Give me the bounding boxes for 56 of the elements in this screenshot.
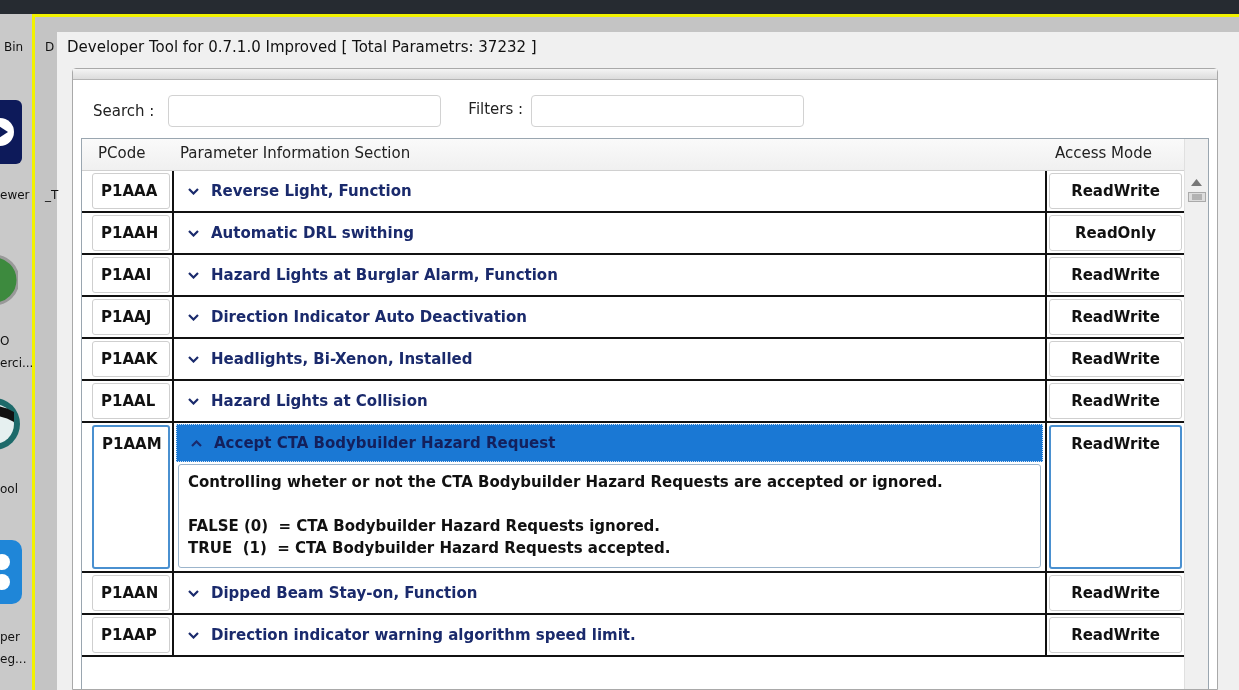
parameter-header[interactable]: Hazard Lights at Burglar Alarm, Function xyxy=(174,255,1045,295)
parameter-header[interactable]: Dipped Beam Stay-on, Function xyxy=(174,573,1045,613)
pcode-cell: P1AAM xyxy=(92,425,170,569)
scroll-up-icon[interactable] xyxy=(1191,179,1202,186)
pcode-cell: P1AAP xyxy=(92,617,170,653)
pcode-cell: P1AAL xyxy=(92,383,170,419)
desktop-icon-label: _T xyxy=(45,188,59,202)
scrollbar[interactable] xyxy=(1184,139,1208,689)
parameter-header[interactable]: Automatic DRL swithing xyxy=(174,213,1045,253)
parameter-header[interactable]: Direction Indicator Auto Deactivation xyxy=(174,297,1045,337)
desktop-icon-label: per xyxy=(0,630,20,644)
chevron-up-icon[interactable] xyxy=(191,439,202,447)
desktop-icon-label: Bin xyxy=(4,40,24,54)
desktop-icon-label: erci... xyxy=(0,356,34,370)
parameter-header[interactable]: Reverse Light, Function xyxy=(174,171,1045,211)
chevron-down-icon[interactable] xyxy=(188,589,199,597)
filters-field[interactable] xyxy=(531,95,805,127)
pcode-cell: P1AAA xyxy=(92,173,170,209)
access-mode-cell: ReadWrite xyxy=(1049,299,1182,335)
desktop-icon-label: ewer xyxy=(0,188,30,202)
access-mode-cell: ReadOnly xyxy=(1049,215,1182,251)
chevron-down-icon[interactable] xyxy=(188,355,199,363)
desktop-icon-label: ool xyxy=(0,482,19,496)
parameter-header[interactable]: Direction indicator warning algorithm speed limit. xyxy=(174,615,1045,655)
pcode-cell: P1AAH xyxy=(92,215,170,251)
access-mode-cell: ReadWrite xyxy=(1049,257,1182,293)
access-mode-cell: ReadWrite xyxy=(1049,575,1182,611)
parameter-header[interactable]: Headlights, Bi-Xenon, Installed xyxy=(174,339,1045,379)
pcode-cell: P1AAK xyxy=(92,341,170,377)
access-mode-cell: ReadWrite xyxy=(1049,425,1182,569)
parameter-description: Controlling wheter or not the CTA Bodybuilder Hazard Requests are accepted or ignored. FALSE (0) = CTA Bodybuilder Hazard Requests ignored. TRUE (1) = CTA Bodybuilder Hazard Requests accepted. xyxy=(178,464,1041,568)
access-mode-cell: ReadWrite xyxy=(1049,173,1182,209)
desktop-icon-label: eg... xyxy=(0,652,27,666)
chevron-down-icon[interactable] xyxy=(188,229,199,237)
search-field[interactable] xyxy=(168,95,442,127)
chevron-down-icon[interactable] xyxy=(188,271,199,279)
window-title: Developer Tool for 0.7.1.0 Improved [ Total Parametrs: 37232 ] xyxy=(66,37,538,58)
desktop-icon-label: O xyxy=(0,334,10,348)
chevron-down-icon[interactable] xyxy=(188,313,199,321)
scroll-thumb[interactable] xyxy=(1187,192,1206,202)
search-label: Search : xyxy=(93,102,155,120)
access-mode-cell: ReadWrite xyxy=(1049,383,1182,419)
chevron-down-icon[interactable] xyxy=(188,631,199,639)
parameter-header[interactable]: Hazard Lights at Collision xyxy=(174,381,1045,421)
filters-label: Filters : xyxy=(468,100,524,118)
pcode-cell: P1AAN xyxy=(92,575,170,611)
column-header[interactable]: PCode xyxy=(90,139,172,170)
desktop-icon-label: D xyxy=(45,40,55,54)
pcode-cell: P1AAI xyxy=(92,257,170,293)
chevron-down-icon[interactable] xyxy=(188,397,199,405)
access-mode-cell: ReadWrite xyxy=(1049,617,1182,653)
chevron-down-icon[interactable] xyxy=(188,187,199,195)
column-header[interactable]: Access Mode xyxy=(1047,139,1184,170)
column-header[interactable]: Parameter Information Section xyxy=(172,139,1047,170)
pcode-cell: P1AAJ xyxy=(92,299,170,335)
access-mode-cell: ReadWrite xyxy=(1049,341,1182,377)
